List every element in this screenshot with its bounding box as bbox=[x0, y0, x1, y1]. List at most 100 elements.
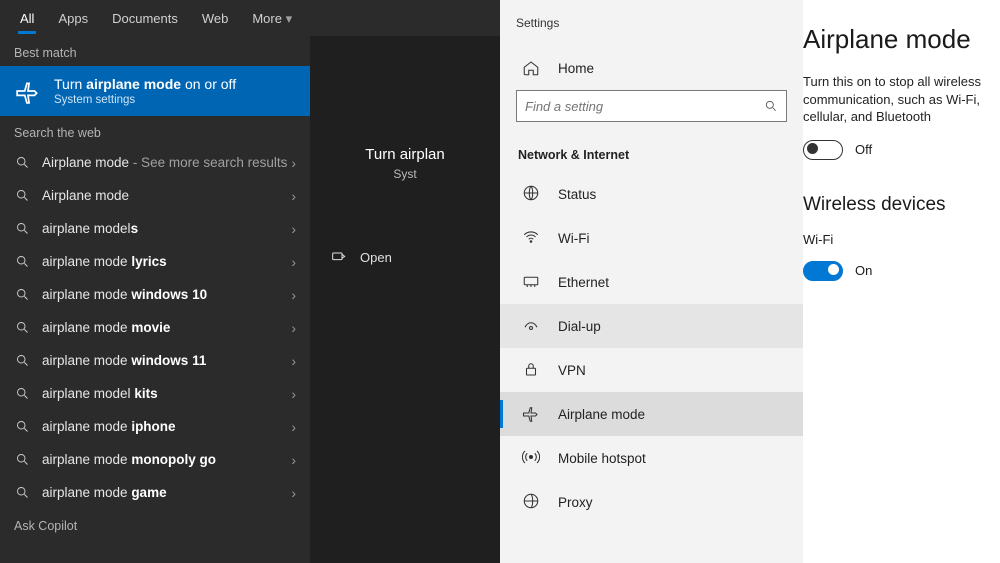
search-icon bbox=[14, 188, 30, 204]
page-title: Airplane mode bbox=[803, 24, 1000, 73]
chevron-right-icon: › bbox=[291, 188, 296, 204]
search-icon bbox=[14, 452, 30, 468]
chevron-right-icon: › bbox=[291, 353, 296, 369]
nav-item-label: Ethernet bbox=[558, 275, 609, 290]
vpn-icon bbox=[522, 360, 540, 381]
nav-home[interactable]: Home bbox=[500, 46, 803, 90]
search-result-text: Airplane mode bbox=[42, 188, 129, 203]
search-result[interactable]: airplane mode game › bbox=[0, 476, 310, 509]
search-result-text: airplane mode windows 10 bbox=[42, 287, 207, 302]
search-icon bbox=[14, 386, 30, 402]
page-description: Turn this on to stop all wireless commun… bbox=[803, 73, 1000, 126]
chevron-right-icon: › bbox=[291, 221, 296, 237]
nav-item-label: Mobile hotspot bbox=[558, 451, 646, 466]
chevron-down-icon: ▾ bbox=[286, 11, 293, 26]
wifi-label: Wi-Fi bbox=[803, 232, 1000, 247]
search-result[interactable]: airplane mode windows 11 › bbox=[0, 344, 310, 377]
nav-item-label: Status bbox=[558, 187, 596, 202]
tab-more[interactable]: More ▾ bbox=[240, 3, 304, 34]
search-result-text: airplane mode game bbox=[42, 485, 167, 500]
search-result[interactable]: airplane models › bbox=[0, 212, 310, 245]
nav-item-label: VPN bbox=[558, 363, 586, 378]
search-icon bbox=[14, 353, 30, 369]
dialup-icon bbox=[522, 316, 540, 337]
settings-header: Settings bbox=[500, 8, 803, 46]
search-icon bbox=[14, 485, 30, 501]
open-icon bbox=[330, 249, 346, 265]
preview-subtitle: Syst bbox=[310, 167, 500, 181]
search-result[interactable]: airplane model kits › bbox=[0, 377, 310, 410]
wifi-toggle-label: On bbox=[855, 263, 872, 278]
search-preview-pane: Turn airplan Syst Open bbox=[310, 36, 500, 563]
airplane-mode-toggle[interactable] bbox=[803, 140, 843, 160]
preview-title: Turn airplan bbox=[310, 146, 500, 163]
nav-category: Network & Internet bbox=[500, 132, 803, 172]
search-icon bbox=[764, 99, 778, 113]
search-web-label: Search the web bbox=[0, 116, 310, 146]
wifi-toggle[interactable] bbox=[803, 261, 843, 281]
preview-open-action[interactable]: Open bbox=[310, 235, 500, 279]
search-result-text: airplane mode movie bbox=[42, 320, 170, 335]
nav-item-ethernet[interactable]: Ethernet bbox=[500, 260, 803, 304]
chevron-right-icon: › bbox=[291, 452, 296, 468]
nav-item-status[interactable]: Status bbox=[500, 172, 803, 216]
search-result[interactable]: airplane mode iphone› bbox=[0, 410, 310, 443]
settings-content: Airplane mode Turn this on to stop all w… bbox=[803, 0, 1000, 563]
chevron-right-icon: › bbox=[291, 386, 296, 402]
nav-item-label: Dial-up bbox=[558, 319, 601, 334]
search-result-text: airplane mode monopoly go bbox=[42, 452, 216, 467]
search-result[interactable]: Airplane mode - See more search results› bbox=[0, 146, 310, 179]
search-result[interactable]: airplane mode movie › bbox=[0, 311, 310, 344]
chevron-right-icon: › bbox=[291, 485, 296, 501]
nav-item-airplane-mode[interactable]: Airplane mode bbox=[500, 392, 803, 436]
nav-item-label: Airplane mode bbox=[558, 407, 645, 422]
search-icon bbox=[14, 419, 30, 435]
best-match-subtitle: System settings bbox=[54, 94, 236, 106]
nav-item-vpn[interactable]: VPN bbox=[500, 348, 803, 392]
ethernet-icon bbox=[522, 272, 540, 293]
wireless-devices-heading: Wireless devices bbox=[803, 194, 1000, 216]
search-result[interactable]: airplane mode windows 10 › bbox=[0, 278, 310, 311]
wifi-icon bbox=[522, 228, 540, 249]
search-icon bbox=[14, 221, 30, 237]
start-search-panel: All Apps Documents Web More ▾ Best match… bbox=[0, 0, 500, 563]
find-setting-box[interactable] bbox=[516, 90, 787, 122]
nav-item-dial-up[interactable]: Dial-up bbox=[500, 304, 803, 348]
airplane-icon bbox=[522, 404, 540, 425]
settings-nav: Settings Home Network & Internet Status W… bbox=[500, 0, 803, 563]
search-tabs: All Apps Documents Web More ▾ bbox=[0, 0, 500, 36]
tab-all[interactable]: All bbox=[8, 3, 46, 33]
search-result[interactable]: airplane mode lyrics › bbox=[0, 245, 310, 278]
home-icon bbox=[522, 59, 540, 77]
find-setting-input[interactable] bbox=[525, 99, 764, 114]
nav-item-mobile-hotspot[interactable]: Mobile hotspot bbox=[500, 436, 803, 480]
airplane-mode-toggle-label: Off bbox=[855, 142, 872, 157]
chevron-right-icon: › bbox=[291, 419, 296, 435]
search-result-text: airplane mode windows 11 bbox=[42, 353, 206, 368]
chevron-right-icon: › bbox=[291, 287, 296, 303]
search-result[interactable]: Airplane mode › bbox=[0, 179, 310, 212]
tab-apps[interactable]: Apps bbox=[46, 3, 100, 33]
nav-item-proxy[interactable]: Proxy bbox=[500, 480, 803, 524]
nav-item-wi-fi[interactable]: Wi-Fi bbox=[500, 216, 803, 260]
search-result-text: airplane mode lyrics bbox=[42, 254, 167, 269]
nav-item-label: Proxy bbox=[558, 495, 593, 510]
nav-item-label: Wi-Fi bbox=[558, 231, 589, 246]
settings-window: Settings Home Network & Internet Status W… bbox=[500, 0, 1000, 563]
search-icon bbox=[14, 254, 30, 270]
tab-web[interactable]: Web bbox=[190, 3, 241, 33]
chevron-right-icon: › bbox=[291, 320, 296, 336]
chevron-right-icon: › bbox=[291, 254, 296, 270]
hotspot-icon bbox=[522, 448, 540, 469]
search-result-text: airplane models bbox=[42, 221, 138, 236]
best-match-label: Best match bbox=[0, 36, 310, 66]
search-icon bbox=[14, 287, 30, 303]
search-result[interactable]: airplane mode monopoly go › bbox=[0, 443, 310, 476]
search-icon bbox=[14, 320, 30, 336]
search-icon bbox=[14, 155, 30, 171]
best-match-result[interactable]: Turn airplane mode on or off System sett… bbox=[0, 66, 310, 116]
tab-documents[interactable]: Documents bbox=[100, 3, 190, 33]
search-result-text: airplane model kits bbox=[42, 386, 158, 401]
ask-copilot-label: Ask Copilot bbox=[0, 509, 310, 539]
best-match-title: Turn airplane mode on or off bbox=[54, 76, 236, 92]
